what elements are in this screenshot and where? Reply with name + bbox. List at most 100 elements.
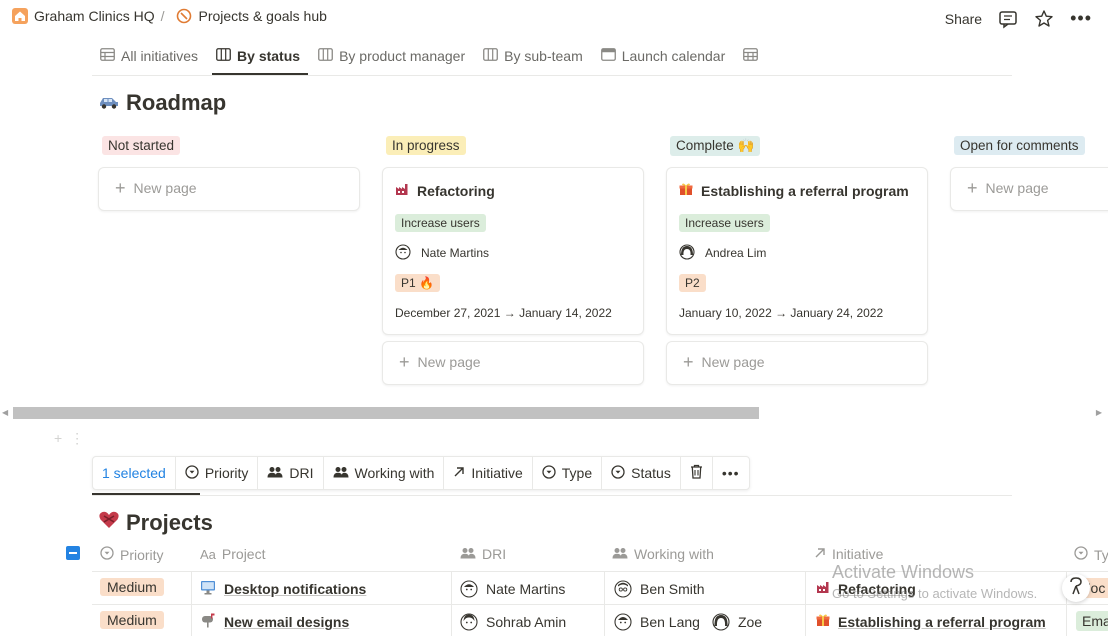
people-icon	[267, 465, 283, 481]
relation-arrow-icon	[814, 546, 826, 562]
selection-toolbar: 1 selected Priority DRI Working with Ini…	[92, 456, 750, 490]
person-name: Ben Smith	[640, 581, 705, 597]
toolbar-dri[interactable]: DRI	[258, 457, 324, 489]
calendar-icon	[600, 48, 616, 64]
heart-icon	[98, 510, 120, 536]
breadcrumb-separator: /	[160, 8, 165, 24]
person-name: Ben Lang	[640, 614, 700, 630]
drag-handle-icon[interactable]: + ⋮	[54, 430, 86, 447]
column-header-initiative[interactable]: Initiative	[814, 546, 883, 562]
section-divider	[92, 495, 1012, 496]
column-header-project[interactable]: Aa Project	[200, 546, 265, 562]
column-label: Ty	[1094, 546, 1108, 563]
new-page-label: New page	[701, 354, 765, 370]
new-page-label: New page	[417, 354, 481, 370]
column-header-working-with[interactable]: Working with	[612, 546, 714, 562]
people-icon	[612, 546, 628, 562]
more-actions-button[interactable]: •••	[713, 457, 749, 489]
project-name: New email designs	[224, 614, 350, 630]
board-card[interactable]: Refactoring Increase users Nate Martins …	[382, 167, 644, 335]
tab-label: Launch calendar	[621, 48, 726, 64]
column-label: Priority	[120, 546, 164, 563]
column-label: Open for comments	[960, 138, 1079, 153]
column-label: DRI	[482, 546, 507, 562]
toolbar-label: DRI	[289, 465, 314, 481]
new-page-card[interactable]: + New page	[666, 341, 928, 385]
column-divider	[191, 571, 192, 636]
tab-launch-calendar[interactable]: Launch calendar	[597, 44, 734, 74]
share-button[interactable]: Share	[945, 11, 982, 27]
new-page-card[interactable]: + New page	[98, 167, 360, 211]
toolbar-type[interactable]: Type	[533, 457, 603, 489]
row-divider	[92, 604, 1108, 605]
column-header-dri[interactable]: DRI	[460, 546, 506, 562]
priority-tag: Medium	[100, 578, 164, 596]
raised-hands-icon: 🙌	[737, 138, 755, 153]
breadcrumb-page[interactable]: Projects & goals hub	[198, 8, 326, 24]
dri-cell[interactable]: Nate Martins	[460, 580, 565, 598]
tab-all-initiatives[interactable]: All initiatives	[96, 44, 206, 74]
fire-icon: 🔥	[419, 276, 434, 290]
scroll-left-arrow-icon[interactable]: ◀	[2, 408, 8, 417]
selected-count[interactable]: 1 selected	[93, 457, 176, 489]
board-card[interactable]: Establishing a referral program Increase…	[666, 167, 928, 335]
tab-by-sub-team[interactable]: By sub-team	[479, 44, 591, 74]
tab-label: By status	[237, 48, 301, 64]
type-cell[interactable]: Ema	[1076, 611, 1108, 631]
toolbar-initiative[interactable]: Initiative	[444, 457, 533, 489]
new-page-label: New page	[133, 180, 197, 196]
new-page-card[interactable]: + New page	[950, 167, 1108, 211]
gift-icon	[679, 182, 693, 199]
initiative-tag: Increase users	[679, 214, 770, 232]
column-divider	[604, 571, 605, 636]
toolbar-priority[interactable]: Priority	[176, 457, 259, 489]
tab-by-product-manager[interactable]: By product manager	[314, 44, 473, 74]
project-cell[interactable]: Desktop notifications	[200, 580, 446, 598]
priority-cell[interactable]: Medium	[100, 611, 164, 629]
view-tabs: All initiatives By status By product man…	[96, 44, 772, 75]
breadcrumb-workspace[interactable]: Graham Clinics HQ	[34, 8, 155, 24]
toolbar-working-with[interactable]: Working with	[324, 457, 445, 489]
toolbar-label: Priority	[204, 465, 249, 481]
car-icon	[98, 90, 120, 116]
working-with-cell[interactable]: Ben Smith	[614, 580, 705, 598]
delete-button[interactable]	[681, 457, 713, 489]
column-divider	[451, 571, 452, 636]
initiative-cell[interactable]: Establishing a referral program	[816, 613, 1061, 630]
column-label: Complete	[676, 138, 734, 153]
select-all-checkbox[interactable]	[66, 546, 80, 560]
priority-cell[interactable]: Medium	[100, 578, 164, 596]
project-cell[interactable]: New email designs	[200, 613, 446, 631]
more-options-icon[interactable]: •••	[1070, 8, 1092, 29]
avatar	[712, 613, 730, 631]
select-icon	[185, 464, 199, 482]
dri-cell[interactable]: Sohrab Amin	[460, 613, 566, 631]
toolbar-label: Type	[561, 465, 593, 481]
select-icon	[1074, 546, 1088, 563]
initiative-name: Establishing a referral program	[838, 613, 1046, 630]
tab-by-status[interactable]: By status	[212, 44, 309, 75]
desktop-icon	[200, 580, 216, 598]
column-label: Project	[221, 546, 266, 562]
watermark-subtitle: Go to Settings to activate Windows.	[832, 586, 1038, 601]
column-header-type[interactable]: Ty	[1074, 546, 1108, 563]
scroll-right-arrow-icon[interactable]: ▶	[1096, 408, 1102, 417]
help-button[interactable]	[1062, 574, 1090, 602]
new-page-card[interactable]: + New page	[382, 341, 644, 385]
house-icon	[12, 8, 28, 24]
avatar	[460, 613, 478, 631]
tab-more-views[interactable]	[739, 44, 766, 74]
type-tag: Ema	[1076, 611, 1108, 631]
card-dates: December 27, 2021 → January 14, 2022	[395, 306, 612, 320]
column-label: In progress	[392, 138, 460, 153]
table-icon	[100, 48, 115, 64]
horizontal-scrollbar-thumb[interactable]	[13, 407, 759, 419]
factory-icon	[816, 580, 830, 597]
comment-icon[interactable]	[998, 9, 1018, 29]
star-icon[interactable]	[1034, 9, 1054, 29]
column-header-priority[interactable]: Priority	[100, 546, 164, 563]
plus-icon: +	[115, 178, 126, 198]
toolbar-status[interactable]: Status	[602, 457, 681, 489]
working-with-cell[interactable]: Ben Lang Zoe	[614, 613, 762, 631]
priority-label: P2	[685, 276, 700, 290]
